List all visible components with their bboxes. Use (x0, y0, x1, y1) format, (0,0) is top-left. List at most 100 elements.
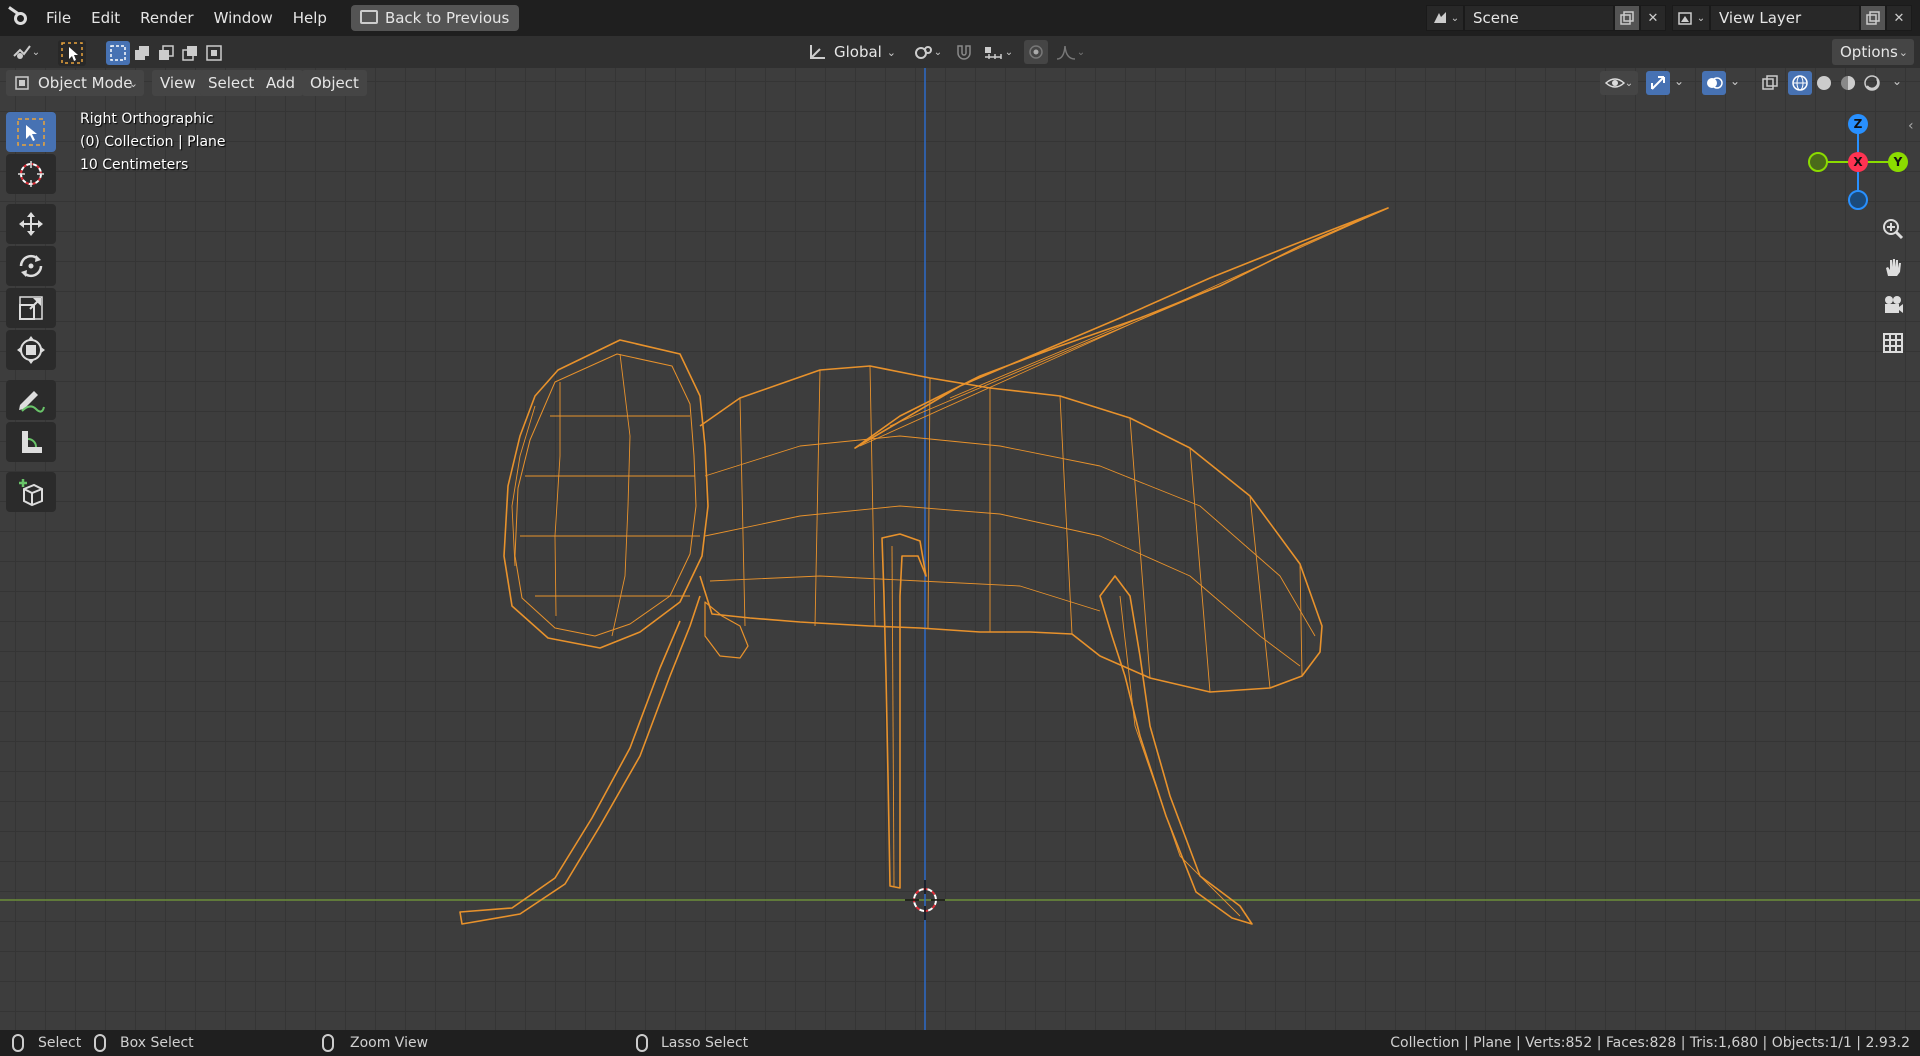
rendered-sphere-icon (1864, 75, 1880, 91)
annotate-tool[interactable] (6, 380, 56, 420)
selection-mode-intersect[interactable] (202, 41, 226, 65)
shading-rendered-button[interactable] (1860, 71, 1884, 95)
viewport-canvas (0, 66, 1920, 1030)
visibility-dropdown[interactable]: ⌄ (1600, 71, 1638, 95)
mouse-drag-icon (94, 1034, 106, 1052)
scale-icon (19, 296, 43, 320)
shading-material-button[interactable] (1836, 71, 1860, 95)
active-tool-button[interactable] (58, 40, 86, 66)
options-dropdown[interactable]: Options ⌄ (1832, 39, 1914, 65)
view-layer-browse-button[interactable]: ⌄ (1672, 5, 1710, 31)
shading-solid-button[interactable] (1812, 71, 1836, 95)
selection-mode-extend[interactable] (130, 41, 154, 65)
scene-browse-button[interactable]: ⌄ (1426, 5, 1464, 31)
select-new-icon (110, 45, 126, 61)
overlays-dropdown-chevron-icon[interactable]: ⌄ (1730, 74, 1740, 88)
rotate-tool[interactable] (6, 246, 56, 286)
selection-mode-difference[interactable] (178, 41, 202, 65)
selection-mode-subtract[interactable] (154, 41, 178, 65)
gizmo-dropdown-chevron-icon[interactable]: ⌄ (1674, 74, 1684, 88)
xray-toggle[interactable] (1758, 71, 1782, 95)
menu-edit[interactable]: Edit (81, 0, 130, 36)
options-label: Options (1840, 43, 1898, 61)
sidebar-toggle-icon[interactable]: ‹ (1908, 118, 1914, 134)
xray-icon (1762, 75, 1778, 90)
transform-orientation-dropdown[interactable]: Global ⌄ (802, 39, 900, 65)
scene-name-field[interactable]: Scene (1464, 5, 1614, 31)
menu-object[interactable]: Object (302, 70, 367, 96)
menu-view[interactable]: View (152, 70, 204, 96)
status-lasso-select-hint: Lasso Select (661, 1035, 749, 1051)
blender-logo-icon[interactable] (8, 6, 30, 29)
selection-mode-new[interactable] (106, 41, 130, 65)
scene-selector: ⌄ Scene ✕ (1426, 5, 1666, 31)
gizmo-z-axis[interactable]: Z (1848, 114, 1868, 134)
menu-render[interactable]: Render (130, 0, 203, 36)
shading-dropdown-chevron-icon[interactable]: ⌄ (1892, 74, 1902, 88)
solid-sphere-icon (1817, 76, 1831, 90)
back-to-previous-button[interactable]: Back to Previous (350, 5, 520, 31)
zoom-in-icon (1883, 219, 1904, 240)
transform-tool[interactable] (6, 330, 56, 370)
magnet-icon (957, 45, 971, 60)
view-name-label: Right Orthographic (80, 111, 214, 127)
orientation-axes-icon (810, 45, 825, 59)
view-layer-icon (1678, 12, 1692, 25)
delete-scene-button[interactable]: ✕ (1640, 5, 1666, 31)
add-cube-tool[interactable] (6, 472, 56, 512)
menu-help[interactable]: Help (283, 0, 337, 36)
proportional-falloff-dropdown[interactable]: ⌄ (1050, 40, 1090, 64)
delete-view-layer-button[interactable]: ✕ (1886, 5, 1912, 31)
select-cursor-icon (61, 42, 83, 64)
pivot-icon (914, 46, 932, 59)
chevron-down-icon: ⌄ (1076, 46, 1086, 58)
shading-wireframe-button[interactable] (1788, 71, 1812, 95)
pivot-point-dropdown[interactable]: ⌄ (910, 40, 946, 64)
menu-file[interactable]: File (36, 0, 81, 36)
editor-type-button[interactable]: ⌄ (8, 40, 44, 64)
new-scene-button[interactable] (1614, 5, 1640, 31)
menu-add[interactable]: Add (258, 70, 304, 96)
crosshair-cursor-icon (18, 161, 44, 187)
hand-icon (1886, 259, 1901, 276)
close-icon: ✕ (1647, 10, 1659, 26)
cursor-tool[interactable] (6, 154, 56, 194)
overlays-toggle[interactable] (1702, 71, 1726, 95)
select-difference-icon (182, 46, 197, 61)
move-tool[interactable] (6, 204, 56, 244)
chevron-down-icon: ⌄ (886, 46, 896, 59)
snap-target-dropdown[interactable]: ⌄ (978, 40, 1018, 64)
menu-window[interactable]: Window (204, 0, 283, 36)
select-cursor-icon (17, 118, 45, 146)
proportional-editing-toggle[interactable] (1024, 40, 1048, 64)
mouse-left-icon (12, 1034, 24, 1052)
menu-select[interactable]: Select (200, 70, 263, 96)
new-view-layer-button[interactable] (1860, 5, 1886, 31)
3d-viewport[interactable]: Right Orthographic (0) Collection | Plan… (0, 36, 1920, 1030)
chevron-down-icon: ⌄ (1624, 77, 1634, 89)
view-layer-name-field[interactable]: View Layer (1710, 5, 1860, 31)
duplicate-icon (1620, 11, 1634, 25)
gizmo-x-axis[interactable]: X (1848, 152, 1868, 172)
viewport-header: Object Mode ⌄ View Select Add Object ⌄ ⌄… (0, 68, 1920, 98)
toggle-perspective-button[interactable] (1878, 328, 1908, 358)
scale-tool[interactable] (6, 288, 56, 328)
snap-toggle[interactable] (952, 40, 976, 64)
camera-view-button[interactable] (1878, 290, 1908, 320)
close-icon: ✕ (1893, 10, 1905, 26)
proportional-edit-icon (1029, 45, 1043, 59)
zoom-view-button[interactable] (1878, 214, 1908, 244)
gizmo-y-axis[interactable]: Y (1888, 152, 1908, 172)
object-mode-dropdown[interactable]: Object Mode ⌄ (6, 70, 144, 96)
editor-type-icon (13, 45, 31, 59)
tool-settings-header: ⌄ Global ⌄ ⌄ ⌄ ⌄ Options ⌄ (0, 36, 1920, 68)
chevron-down-icon: ⌄ (1898, 46, 1908, 59)
measure-ruler-icon (22, 431, 42, 453)
chevron-down-icon: ⌄ (1450, 12, 1460, 24)
measure-tool[interactable] (6, 422, 56, 462)
gizmo-toggle[interactable] (1646, 71, 1670, 95)
move-arrows-icon (19, 212, 43, 236)
select-box-tool[interactable] (6, 112, 56, 152)
chevron-down-icon: ⌄ (1004, 46, 1014, 58)
pan-view-button[interactable] (1878, 252, 1908, 282)
